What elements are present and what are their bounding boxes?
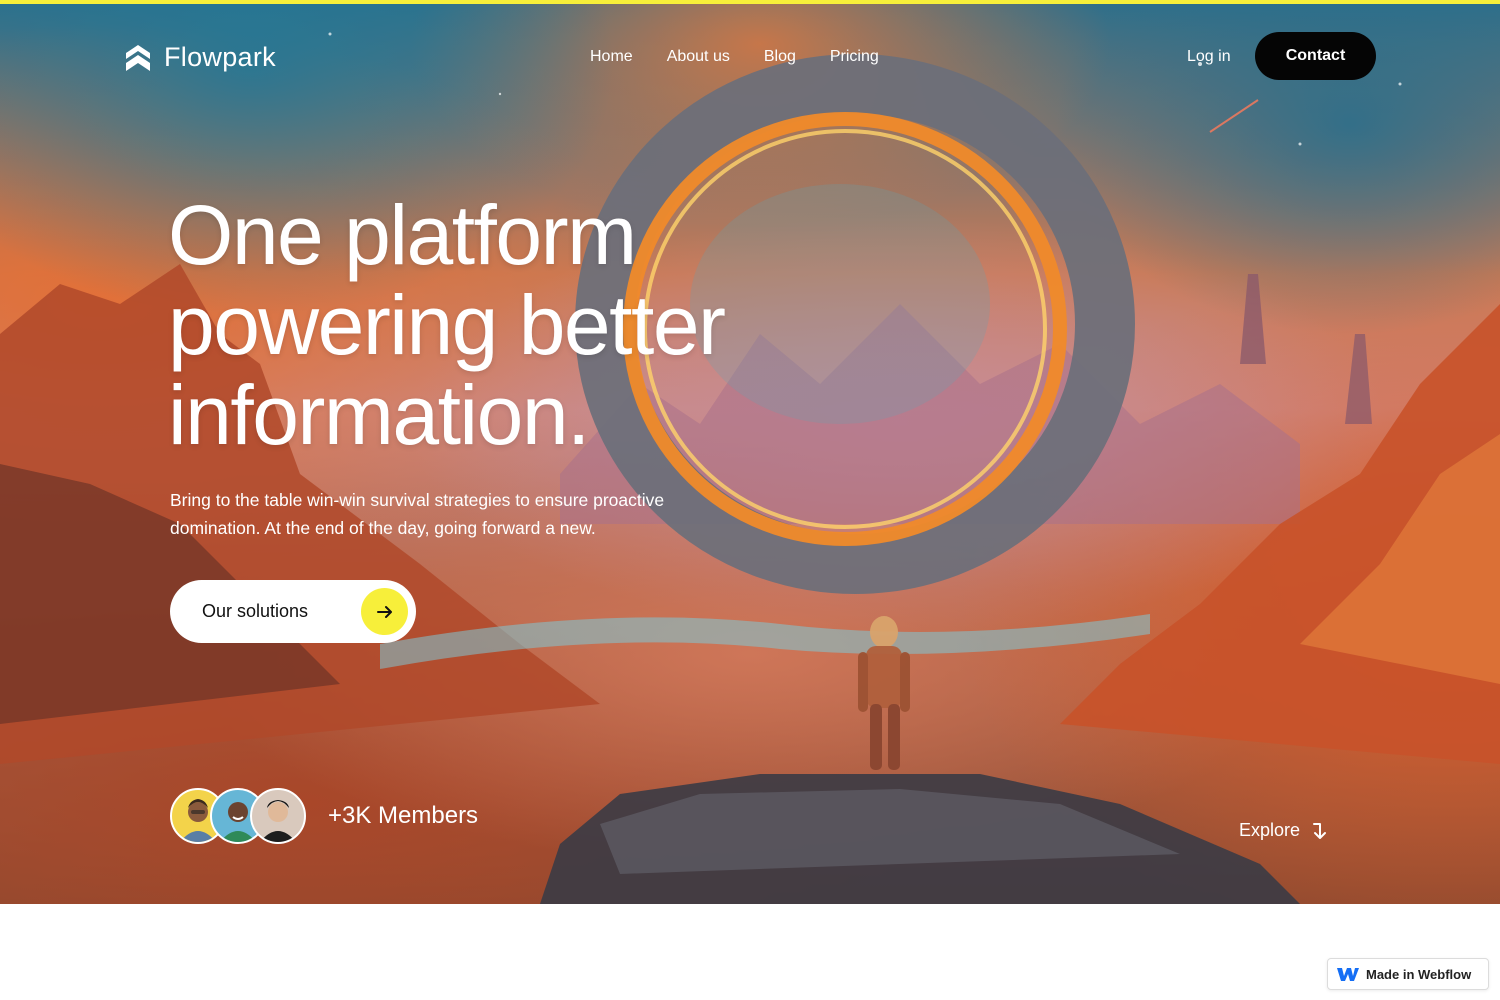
made-in-webflow-badge[interactable]: Made in Webflow [1327, 958, 1489, 990]
webflow-logo-icon [1337, 968, 1359, 981]
members-group: +3K Members [170, 788, 478, 844]
contact-button[interactable]: Contact [1255, 32, 1376, 80]
brand-logo[interactable]: Flowpark [124, 42, 276, 73]
headline-line-1: One platform [168, 188, 637, 282]
nav-link-pricing[interactable]: Pricing [830, 48, 879, 66]
nav-link-about-us[interactable]: About us [667, 48, 730, 66]
hero-headline: One platform powering better information… [168, 190, 928, 460]
webflow-badge-label: Made in Webflow [1366, 966, 1472, 982]
explore-label: Explore [1239, 820, 1301, 840]
avatar [250, 788, 306, 844]
top-navigation: Flowpark Home About us Blog Pricing Log … [0, 4, 1500, 114]
headline-line-3: information. [168, 368, 590, 462]
arrow-down-icon [1313, 822, 1327, 839]
hero-subtext: Bring to the table win-win survival stra… [170, 490, 665, 538]
our-solutions-button[interactable]: Our solutions [170, 580, 416, 643]
nav-link-blog[interactable]: Blog [764, 48, 796, 66]
members-count: +3K Members [328, 802, 479, 829]
headline-line-2: powering better [168, 278, 726, 372]
hero-section: Flowpark Home About us Blog Pricing Log … [0, 4, 1500, 904]
nav-links: Home About us Blog Pricing [590, 48, 879, 66]
explore-link[interactable]: Explore [1239, 820, 1328, 841]
nav-link-home[interactable]: Home [590, 48, 633, 66]
arrow-right-icon [361, 588, 408, 635]
top-accent-bar [0, 0, 1500, 4]
our-solutions-label: Our solutions [202, 601, 309, 621]
brand-name: Flowpark [164, 42, 276, 72]
login-link[interactable]: Log in [1187, 48, 1231, 66]
flowpark-logo-icon [126, 44, 150, 71]
